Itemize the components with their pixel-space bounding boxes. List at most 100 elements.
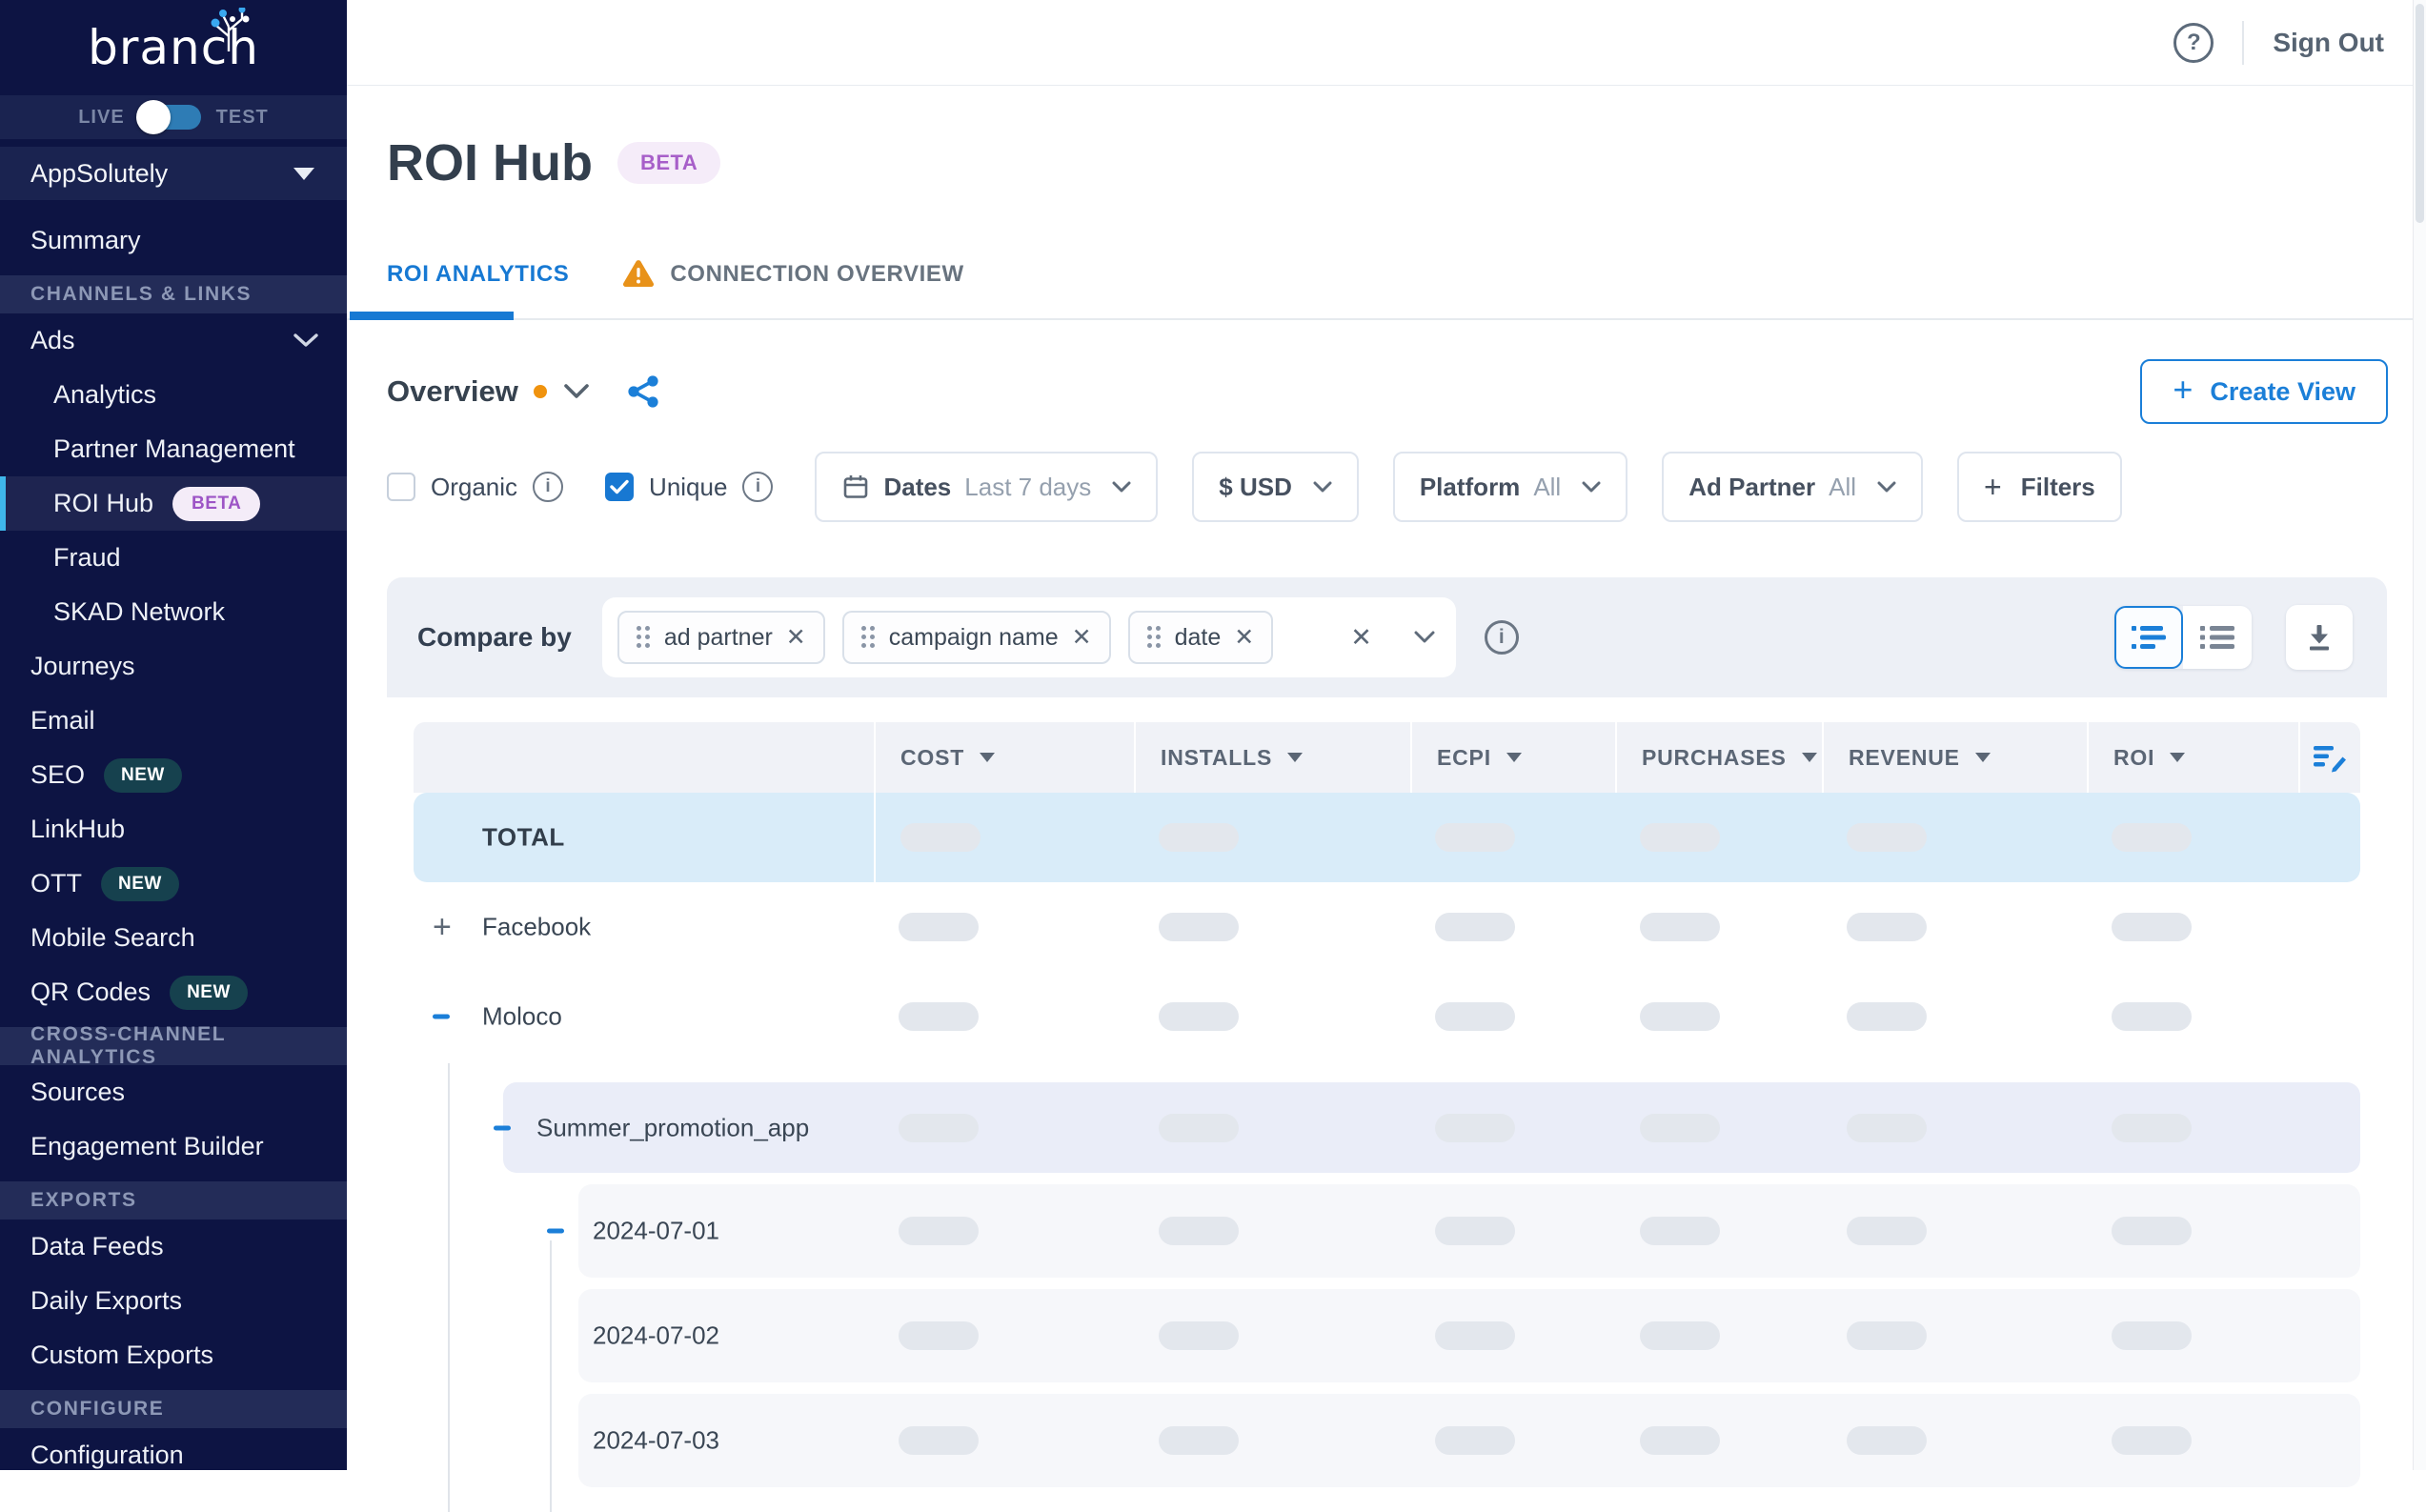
sidebar-item-mobile-search[interactable]: Mobile Search — [0, 911, 347, 965]
main-content: ? Sign Out ROI Hub BETA ROI ANALYTICS CO… — [347, 0, 2426, 1470]
plus-icon: + — [2173, 373, 2193, 407]
chevron-down-icon[interactable] — [1414, 631, 1435, 644]
column-header-ecpi[interactable]: ECPI — [1410, 722, 1615, 793]
column-header-purchases[interactable]: PURCHASES — [1615, 722, 1822, 793]
platform-dropdown[interactable]: Platform All — [1393, 452, 1627, 522]
loading-pill — [900, 823, 981, 852]
share-icon[interactable] — [625, 373, 661, 410]
sidebar-item-ads[interactable]: Ads — [0, 313, 347, 368]
close-icon[interactable]: ✕ — [786, 626, 806, 650]
tab-connection-overview[interactable]: CONNECTION OVERVIEW — [622, 248, 963, 318]
toggle-knob[interactable] — [136, 100, 171, 134]
add-filters-button[interactable]: + Filters — [1957, 452, 2122, 522]
drag-handle-icon[interactable] — [637, 626, 651, 649]
drag-handle-icon[interactable] — [1147, 626, 1162, 649]
collapse-button[interactable] — [433, 1015, 450, 1019]
roi-table: COST INSTALLS ECPI PURCHASES REVENUE ROI — [387, 697, 2387, 1487]
sidebar-item-seo[interactable]: SEO NEW — [0, 748, 347, 802]
loading-pill — [2112, 1321, 2192, 1350]
ad-partner-dropdown[interactable]: Ad Partner All — [1662, 452, 1923, 522]
chip-campaign-name[interactable]: campaign name ✕ — [842, 611, 1111, 664]
loading-pill — [1159, 913, 1239, 941]
chip-ad-partner[interactable]: ad partner ✕ — [617, 611, 825, 664]
info-circle-icon[interactable]: i — [742, 472, 773, 502]
loading-pill — [1435, 1426, 1515, 1455]
organic-checkbox[interactable] — [387, 473, 415, 501]
tree-view-button[interactable] — [2114, 606, 2183, 669]
edit-columns-button[interactable] — [2298, 722, 2360, 793]
table-row-2024-07-03[interactable]: 2024-07-03 — [414, 1394, 2360, 1487]
loading-pill — [1159, 1426, 1239, 1455]
column-header-roi[interactable]: ROI — [2087, 722, 2298, 793]
loading-pill — [1159, 823, 1239, 852]
loading-pill — [1847, 1002, 1927, 1031]
chevron-down-icon — [1582, 481, 1601, 494]
compare-by-input[interactable]: ad partner ✕ campaign name ✕ date ✕ ✕ — [602, 597, 1456, 677]
page-header: ROI Hub BETA — [347, 131, 2426, 194]
sidebar-item-custom-exports[interactable]: Custom Exports — [0, 1328, 347, 1382]
expand-button[interactable]: + — [433, 911, 452, 943]
branch-logo[interactable]: branch — [0, 0, 347, 95]
clear-all-icon[interactable]: ✕ — [1350, 623, 1372, 653]
unsaved-status-dot — [534, 385, 547, 398]
column-header-cost[interactable]: COST — [874, 722, 1134, 793]
loading-pill — [1159, 1217, 1239, 1245]
table-row-facebook[interactable]: + Facebook — [414, 882, 2360, 972]
currency-dropdown[interactable]: $ USD — [1192, 452, 1359, 522]
loading-pill — [1640, 1002, 1720, 1031]
create-view-button[interactable]: + Create View — [2140, 359, 2388, 424]
sidebar-item-linkhub[interactable]: LinkHub — [0, 802, 347, 857]
workspace-selector[interactable]: AppSolutely — [0, 147, 347, 200]
page-scrollbar[interactable] — [2413, 0, 2426, 1470]
sidebar-item-email[interactable]: Email — [0, 694, 347, 748]
chevron-down-icon[interactable] — [564, 384, 589, 399]
tree-guide-line — [448, 1063, 450, 1512]
sidebar-item-analytics[interactable]: Analytics — [0, 368, 347, 422]
sidebar-item-data-feeds[interactable]: Data Feeds — [0, 1220, 347, 1274]
sidebar-item-daily-exports[interactable]: Daily Exports — [0, 1274, 347, 1328]
loading-pill — [1435, 913, 1515, 941]
info-circle-icon[interactable]: i — [533, 472, 563, 502]
list-view-button[interactable] — [2183, 606, 2252, 669]
help-icon[interactable]: ? — [2173, 23, 2214, 63]
sidebar-item-ott[interactable]: OTT NEW — [0, 857, 347, 911]
new-badge: NEW — [170, 976, 248, 1010]
unique-checkbox[interactable] — [605, 473, 634, 501]
info-circle-icon[interactable]: i — [1485, 620, 1519, 655]
view-mode-toggle — [2114, 606, 2252, 669]
tab-roi-analytics[interactable]: ROI ANALYTICS — [387, 248, 569, 318]
column-header-revenue[interactable]: REVENUE — [1822, 722, 2087, 793]
loading-pill — [1847, 823, 1927, 852]
download-button[interactable] — [2286, 605, 2353, 670]
dates-dropdown[interactable]: Dates Last 7 days — [815, 452, 1158, 522]
sidebar-item-partner-management[interactable]: Partner Management — [0, 422, 347, 476]
close-icon[interactable]: ✕ — [1234, 626, 1254, 650]
table-row-2024-07-01[interactable]: 2024-07-01 — [414, 1184, 2360, 1278]
sidebar-item-engagement-builder[interactable]: Engagement Builder — [0, 1119, 347, 1174]
sidebar-item-journeys[interactable]: Journeys — [0, 639, 347, 694]
close-icon[interactable]: ✕ — [1072, 626, 1092, 650]
sidebar-item-roi-hub[interactable]: ROI Hub BETA — [0, 476, 347, 531]
table-row-moloco[interactable]: Moloco — [414, 972, 2360, 1061]
live-test-toggle[interactable] — [140, 105, 201, 130]
live-label: LIVE — [78, 107, 124, 129]
unique-filter: Unique i — [605, 472, 773, 502]
beta-badge: BETA — [617, 142, 720, 184]
loading-pill — [1435, 1217, 1515, 1245]
scrollbar-thumb[interactable] — [2416, 4, 2424, 223]
drag-handle-icon[interactable] — [861, 626, 876, 649]
collapse-button[interactable] — [547, 1229, 564, 1234]
sidebar-item-skad-network[interactable]: SKAD Network — [0, 585, 347, 639]
table-row-2024-07-02[interactable]: 2024-07-02 — [414, 1289, 2360, 1382]
sign-out-button[interactable]: Sign Out — [2273, 28, 2384, 58]
view-name[interactable]: Overview — [387, 374, 518, 409]
table-row-summer-promotion-app[interactable]: Summer_promotion_app — [414, 1082, 2360, 1173]
sidebar-item-sources[interactable]: Sources — [0, 1065, 347, 1119]
collapse-button[interactable] — [494, 1125, 511, 1130]
sidebar-item-qr-codes[interactable]: QR Codes NEW — [0, 965, 347, 1019]
column-header-installs[interactable]: INSTALLS — [1134, 722, 1410, 793]
sidebar-item-fraud[interactable]: Fraud — [0, 531, 347, 585]
sidebar-item-summary[interactable]: Summary — [0, 213, 347, 268]
chip-date[interactable]: date ✕ — [1128, 611, 1274, 664]
sidebar-item-configuration[interactable]: Configuration — [0, 1428, 347, 1482]
